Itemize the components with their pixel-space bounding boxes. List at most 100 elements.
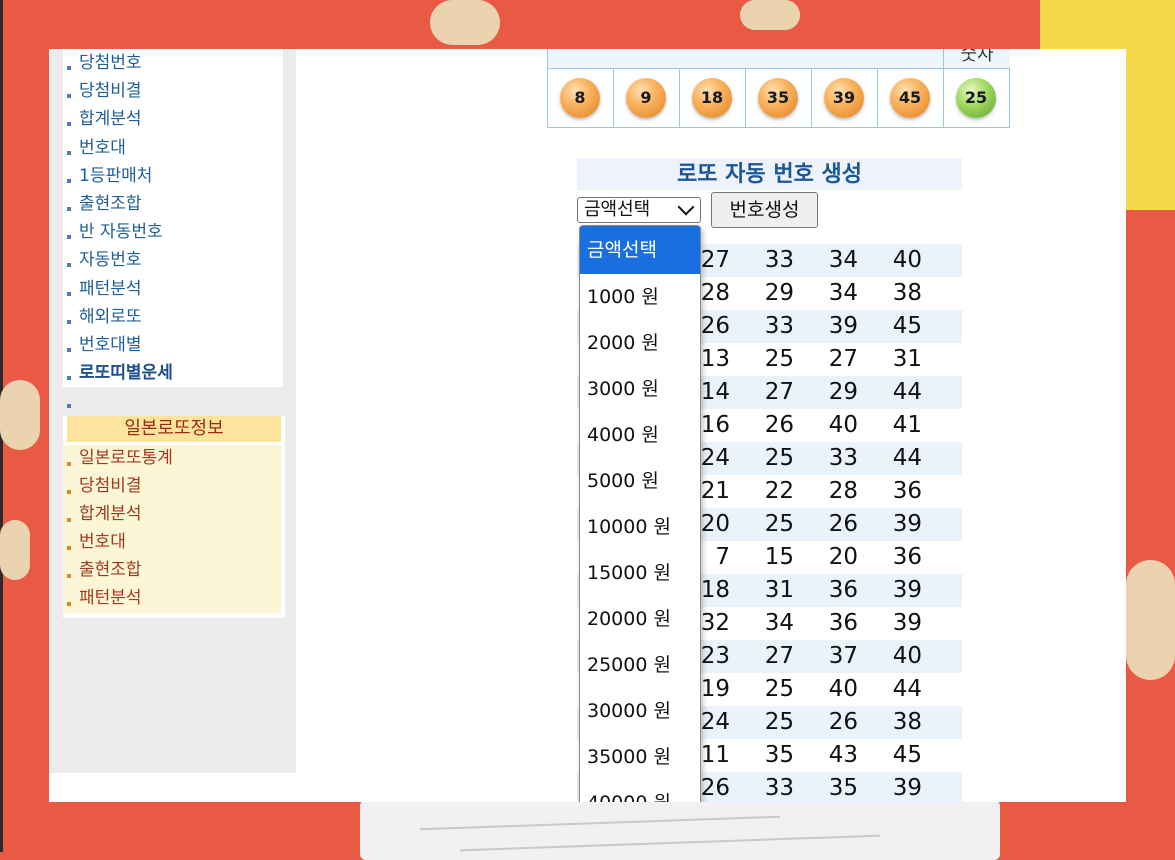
sidebar-item[interactable]: 반 자동번호 bbox=[63, 218, 283, 247]
sidebar-menu: 당첨번호 당첨비결 합계분석 번호대 1등판매처출현조합반 자동번호 자동번호패턴분석해외… bbox=[63, 49, 283, 388]
japan-menu-item[interactable]: 당첨비결 bbox=[63, 473, 281, 501]
japan-menu-item[interactable]: 패턴분석 bbox=[63, 585, 281, 613]
generator-title: 로또 자동 번호 생성 bbox=[577, 158, 962, 190]
amount-option[interactable]: 3000 원 bbox=[580, 366, 700, 412]
generated-number: 39 bbox=[892, 577, 922, 603]
bullet-icon bbox=[67, 94, 71, 99]
amount-option[interactable]: 35000 원 bbox=[580, 734, 700, 780]
generated-number: 25 bbox=[764, 676, 794, 702]
generated-number: 29 bbox=[764, 280, 794, 306]
generated-number: 25 bbox=[764, 709, 794, 735]
amount-option[interactable]: 2000 원 bbox=[580, 320, 700, 366]
ball-cell: 18 bbox=[680, 69, 746, 127]
lotto-ball: 18 bbox=[692, 78, 732, 118]
sidebar-item[interactable]: 해외로또 bbox=[63, 302, 283, 331]
amount-option[interactable]: 30000 원 bbox=[580, 688, 700, 734]
generated-number: 25 bbox=[764, 346, 794, 372]
bullet-icon bbox=[67, 150, 71, 155]
sidebar-item-label: 패턴분석 bbox=[79, 278, 142, 299]
generated-number: 40 bbox=[892, 643, 922, 669]
amount-select[interactable]: 금액선택 bbox=[577, 197, 701, 223]
sidebar-item[interactable]: 번호대 bbox=[63, 133, 283, 162]
sidebar-item-label: 번호대별 bbox=[79, 334, 142, 355]
bullet-icon bbox=[67, 206, 71, 211]
generated-number: 27 bbox=[828, 346, 858, 372]
amount-option[interactable]: 25000 원 bbox=[580, 642, 700, 688]
japan-menu-item[interactable]: 출현조합 bbox=[63, 557, 281, 585]
lotto-ball: 39 bbox=[824, 78, 864, 118]
background-wood-piece bbox=[0, 380, 40, 450]
sidebar-item-label: 로또띠별운세 bbox=[79, 363, 173, 384]
sidebar-item-label: 출현조합 bbox=[79, 193, 142, 214]
lotto-ball: 45 bbox=[890, 78, 930, 118]
lotto-ball: 8 bbox=[560, 78, 600, 118]
generated-number: 36 bbox=[828, 577, 858, 603]
sidebar-item[interactable]: 출현조합 bbox=[63, 189, 283, 219]
chevron-down-icon bbox=[677, 198, 695, 216]
generated-number: 38 bbox=[892, 280, 922, 306]
generated-number: 26 bbox=[828, 511, 858, 537]
japan-menu-item-label: 합계분석 bbox=[79, 504, 142, 524]
bullet-icon bbox=[67, 404, 71, 408]
amount-option[interactable]: 20000 원 bbox=[580, 596, 700, 642]
background-wood-piece bbox=[740, 0, 800, 30]
sidebar-item[interactable]: 패턴분석 bbox=[63, 274, 283, 303]
generated-number: 25 bbox=[764, 511, 794, 537]
generated-number: 29 bbox=[828, 379, 858, 405]
amount-option[interactable]: 금액선택 bbox=[580, 226, 700, 274]
bullet-icon bbox=[67, 490, 71, 494]
amount-option[interactable]: 40000 원 bbox=[580, 780, 700, 802]
background-wood-piece bbox=[1126, 560, 1175, 680]
bullet-icon bbox=[67, 376, 71, 381]
bonus-ball: 25 bbox=[956, 78, 996, 118]
ball-cell: 45 bbox=[878, 69, 944, 127]
bullet-icon bbox=[67, 546, 71, 550]
amount-option[interactable]: 10000 원 bbox=[580, 504, 700, 550]
generated-number: 39 bbox=[892, 610, 922, 636]
japan-menu-item[interactable]: 일본로또통계 bbox=[63, 445, 281, 473]
sidebar-item[interactable]: 로또띠별운세 bbox=[63, 359, 283, 388]
amount-option[interactable]: 15000 원 bbox=[580, 550, 700, 596]
generated-number: 28 bbox=[828, 478, 858, 504]
generated-number: 33 bbox=[764, 247, 794, 273]
generated-number: 43 bbox=[828, 742, 858, 768]
generated-number: 36 bbox=[892, 478, 922, 504]
generated-number: 39 bbox=[828, 313, 858, 339]
bullet-icon bbox=[67, 66, 71, 70]
generated-number: 35 bbox=[764, 742, 794, 768]
sidebar-item[interactable]: 당첨번호 bbox=[63, 49, 283, 78]
generated-number: 40 bbox=[892, 247, 922, 273]
sidebar-item[interactable]: 1등판매처 bbox=[63, 161, 283, 190]
generated-number: 41 bbox=[892, 412, 922, 438]
japan-menu-item-label: 출현조합 bbox=[79, 560, 142, 580]
japan-lotto-header: 일본로또정보 bbox=[67, 416, 281, 442]
bullet-icon bbox=[67, 178, 71, 183]
sidebar-item[interactable]: 번호대별 bbox=[63, 330, 283, 360]
sidebar-item[interactable]: 자동번호 bbox=[63, 246, 283, 275]
amount-dropdown-list[interactable]: 금액선택 1000 원 2000 원 3000 원 4000 원 5000 원 10000 … bbox=[579, 225, 701, 802]
generated-number: 31 bbox=[892, 346, 922, 372]
bullet-icon bbox=[67, 263, 71, 268]
japan-menu-item[interactable]: 합계분석 bbox=[63, 501, 281, 529]
generated-number: 44 bbox=[892, 379, 922, 405]
amount-option[interactable]: 4000 원 bbox=[580, 412, 700, 458]
generate-numbers-button[interactable]: 번호생성 bbox=[711, 192, 818, 228]
background-wood-piece bbox=[430, 0, 500, 45]
sidebar-item[interactable]: 당첨비결 bbox=[63, 77, 283, 106]
lotto-ball: 9 bbox=[626, 78, 666, 118]
generated-number: 35 bbox=[828, 775, 858, 801]
japan-menu-item[interactable]: 번호대 bbox=[63, 529, 281, 557]
japan-menu-item-label: 패턴분석 bbox=[79, 588, 142, 608]
amount-select-value: 금액선택 bbox=[584, 199, 651, 220]
bullet-icon bbox=[67, 518, 71, 522]
generated-number: 26 bbox=[828, 709, 858, 735]
bullet-icon bbox=[67, 319, 71, 324]
bullet-icon bbox=[67, 574, 71, 578]
amount-option[interactable]: 5000 원 bbox=[580, 458, 700, 504]
japan-menu-item-label: 번호대 bbox=[79, 532, 126, 552]
generated-number: 45 bbox=[892, 742, 922, 768]
generated-number: 25 bbox=[764, 445, 794, 471]
amount-option[interactable]: 1000 원 bbox=[580, 274, 700, 320]
sidebar-item[interactable]: 합계분석 bbox=[63, 105, 283, 134]
generated-number: 15 bbox=[764, 544, 794, 570]
